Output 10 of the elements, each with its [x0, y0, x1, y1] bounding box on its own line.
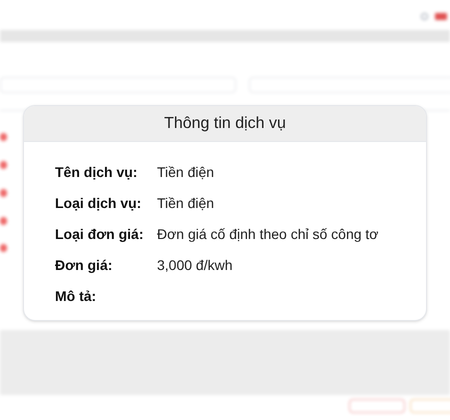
- dialog-title: Thông tin dịch vụ: [164, 114, 286, 134]
- field-label: Loại dịch vụ:: [55, 194, 142, 213]
- field-label: Loại đơn giá:: [55, 225, 145, 244]
- field-value: Tiền điện: [157, 163, 214, 182]
- field-value: Tiền điện: [157, 194, 214, 213]
- field-value: Đơn giá cố định theo chỉ số công tơ: [157, 225, 378, 244]
- field-label: Mô tả:: [55, 287, 98, 306]
- field-value: 3,000 đ/kwh: [157, 256, 232, 275]
- field-label: Đơn giá:: [55, 256, 114, 275]
- field-label: Tên dịch vụ:: [55, 163, 138, 182]
